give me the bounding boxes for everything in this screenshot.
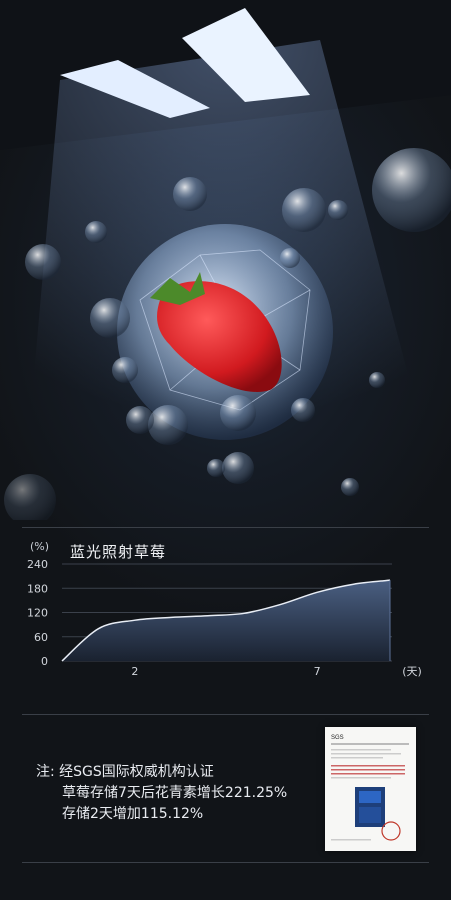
y-tick-label: 180 (27, 582, 48, 595)
divider-middle (22, 714, 429, 715)
note-prefix: 注: (36, 764, 55, 780)
report-brand-logo: SGS (331, 735, 344, 741)
sgs-report-thumbnail: SGS (325, 727, 416, 851)
note-line-3: 存储2天增加115.12% (62, 806, 204, 822)
y-tick-label: 240 (27, 558, 48, 571)
hero-illustration (0, 0, 451, 520)
y-tick-label: 120 (27, 607, 48, 620)
area-fill (62, 580, 390, 661)
x-tick-label: 2 (131, 665, 138, 678)
y-tick-label: 60 (34, 631, 48, 644)
x-axis-label: (天) (402, 665, 422, 678)
y-tick-label: 0 (41, 655, 48, 668)
page: (%) 蓝光照射草莓 240 180 120 60 0 2 7 (天) 注: 经SGS国际权… (0, 0, 451, 900)
stamp-seal (381, 821, 401, 841)
area-chart: 240 180 120 60 0 2 7 (天) (27, 558, 422, 678)
report-page: SGS (331, 735, 409, 841)
x-tick-label: 7 (314, 665, 321, 678)
note-line-2: 草莓存储7天后花青素增长221.25% (62, 785, 288, 801)
divider-top (22, 527, 429, 528)
note-line-1: 经SGS国际权威机构认证 (59, 764, 214, 780)
note-block: 注: 经SGS国际权威机构认证 草莓存储7天后花青素增长221.25% 存储2天… (36, 762, 287, 825)
divider-bottom (22, 862, 429, 863)
